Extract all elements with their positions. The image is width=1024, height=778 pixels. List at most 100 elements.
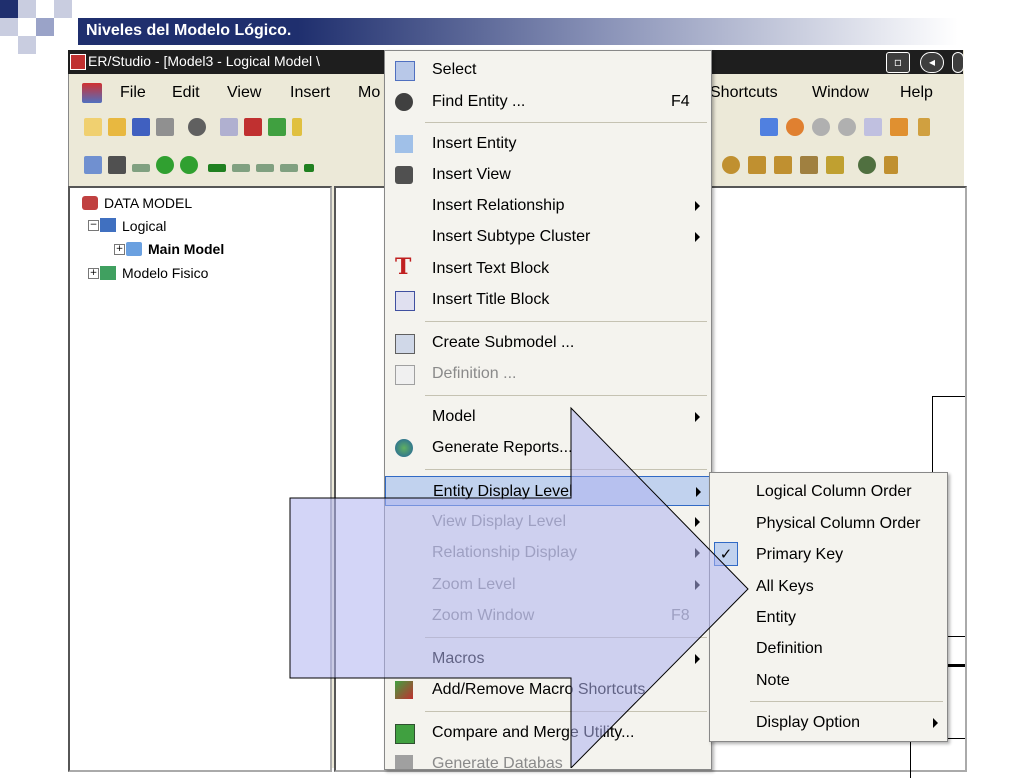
tool-icon[interactable] bbox=[292, 118, 302, 136]
submenu-item-note[interactable]: Note bbox=[710, 666, 947, 696]
check-icon[interactable] bbox=[244, 118, 262, 136]
menu-item-select[interactable]: Select bbox=[385, 55, 711, 85]
tree-icon[interactable] bbox=[826, 156, 844, 174]
export-icon[interactable] bbox=[268, 118, 286, 136]
menu-item-label: Add/Remove Macro Shortcuts bbox=[432, 681, 646, 698]
menu-item-compare-merge[interactable]: Compare and Merge Utility... bbox=[385, 718, 711, 748]
menu-item-model[interactable]: Model bbox=[385, 402, 711, 432]
menu-item-relationship-display[interactable]: Relationship Display bbox=[385, 538, 711, 568]
menu-view[interactable]: View bbox=[227, 84, 261, 102]
slide-title-bar: Niveles del Modelo Lógico. bbox=[78, 18, 958, 45]
window-button-icon[interactable] bbox=[952, 52, 964, 73]
menu-item-view-display-level[interactable]: View Display Level bbox=[385, 507, 711, 537]
expand-icon[interactable]: + bbox=[114, 244, 125, 255]
identifying-rel-icon[interactable] bbox=[156, 156, 174, 174]
view-tool-icon[interactable] bbox=[108, 156, 126, 174]
line-icon[interactable] bbox=[232, 164, 250, 172]
menu-item-entity-display-level[interactable]: Entity Display Level bbox=[385, 476, 711, 506]
select-tool-icon[interactable] bbox=[760, 118, 778, 136]
menu-item-zoom-window[interactable]: Zoom Window F8 bbox=[385, 601, 711, 631]
pan-icon[interactable] bbox=[890, 118, 908, 136]
grid-icon[interactable] bbox=[774, 156, 792, 174]
submenu-item-definition[interactable]: Definition bbox=[710, 634, 947, 664]
submodel-icon bbox=[395, 334, 415, 354]
entity-tool-icon[interactable] bbox=[84, 156, 102, 174]
submenu-arrow-icon bbox=[695, 201, 700, 211]
menu-item-insert-text-block[interactable]: T Insert Text Block bbox=[385, 254, 711, 284]
submenu-item-display-option[interactable]: Display Option bbox=[710, 708, 947, 738]
menu-item-label: Insert View bbox=[432, 166, 511, 183]
menu-item-generate-reports[interactable]: Generate Reports... bbox=[385, 433, 711, 463]
tree-item-modelo-fisico[interactable]: Modelo Fisico bbox=[122, 265, 208, 281]
menu-item-insert-subtype-cluster[interactable]: Insert Subtype Cluster bbox=[385, 222, 711, 252]
save-icon[interactable] bbox=[132, 118, 150, 136]
app-menu-icon[interactable] bbox=[82, 83, 102, 103]
collapse-icon[interactable]: − bbox=[88, 220, 99, 231]
submenu-item-label: Logical Column Order bbox=[756, 483, 912, 500]
tool-icon[interactable] bbox=[884, 156, 898, 174]
menu-help[interactable]: Help bbox=[900, 84, 933, 102]
menu-shortcuts[interactable]: Shortcuts bbox=[710, 84, 778, 102]
menu-item-macros[interactable]: Macros bbox=[385, 644, 711, 674]
menu-item-create-submodel[interactable]: Create Submodel ... bbox=[385, 328, 711, 358]
preview-icon[interactable] bbox=[220, 118, 238, 136]
print-icon[interactable] bbox=[156, 118, 174, 136]
submenu-item-entity[interactable]: Entity bbox=[710, 603, 947, 633]
globe-icon bbox=[395, 439, 413, 457]
line-icon[interactable] bbox=[304, 164, 314, 172]
line-icon[interactable] bbox=[256, 164, 274, 172]
menu-item-insert-entity[interactable]: Insert Entity bbox=[385, 129, 711, 159]
menu-window[interactable]: Window bbox=[812, 84, 869, 102]
submenu-arrow-icon bbox=[695, 548, 700, 558]
logical-model-icon bbox=[100, 218, 116, 232]
tree-item-data-model[interactable]: DATA MODEL bbox=[104, 195, 192, 211]
submenu-item-all-keys[interactable]: All Keys bbox=[710, 572, 947, 602]
menu-model[interactable]: Mo bbox=[358, 84, 380, 102]
select-arrow-icon bbox=[395, 61, 415, 81]
nonidentifying-rel-icon[interactable] bbox=[180, 156, 198, 174]
menu-item-insert-title-block[interactable]: Insert Title Block bbox=[385, 285, 711, 315]
layout-icon[interactable] bbox=[722, 156, 740, 174]
binoculars-icon[interactable] bbox=[188, 118, 206, 136]
menu-item-zoom-level[interactable]: Zoom Level bbox=[385, 570, 711, 600]
slide-deco-square bbox=[18, 36, 36, 54]
submenu-item-physical-column-order[interactable]: Physical Column Order bbox=[710, 509, 947, 539]
back-icon[interactable]: ◂ bbox=[920, 52, 944, 73]
submenu-item-primary-key[interactable]: ✓ Primary Key bbox=[710, 540, 947, 570]
new-icon[interactable] bbox=[84, 118, 102, 136]
menu-item-label: Compare and Merge Utility... bbox=[432, 724, 635, 741]
compare-icon bbox=[395, 724, 415, 744]
open-icon[interactable] bbox=[108, 118, 126, 136]
menu-separator bbox=[425, 711, 707, 712]
layout-icon[interactable] bbox=[748, 156, 766, 174]
menu-item-generate-database[interactable]: Generate Databas bbox=[385, 749, 711, 769]
tool-icon[interactable] bbox=[918, 118, 930, 136]
zoom-in-icon[interactable] bbox=[812, 118, 830, 136]
hand-icon[interactable] bbox=[786, 118, 804, 136]
menu-item-find-entity[interactable]: Find Entity ... F4 bbox=[385, 87, 711, 117]
menu-edit[interactable]: Edit bbox=[172, 84, 200, 102]
submenu-item-logical-column-order[interactable]: Logical Column Order bbox=[710, 477, 947, 507]
line-icon[interactable] bbox=[280, 164, 298, 172]
expand-icon[interactable]: + bbox=[88, 268, 99, 279]
restore-icon[interactable]: ▫ bbox=[886, 52, 910, 73]
submenu-item-label: Definition bbox=[756, 640, 823, 657]
relationship-icon[interactable] bbox=[132, 164, 150, 172]
line-icon[interactable] bbox=[208, 164, 226, 172]
menu-file[interactable]: File bbox=[120, 84, 146, 102]
menu-item-add-remove-macro-shortcuts[interactable]: Add/Remove Macro Shortcuts bbox=[385, 675, 711, 705]
tree-item-main-model[interactable]: Main Model bbox=[148, 241, 224, 257]
menu-item-insert-view[interactable]: Insert View bbox=[385, 160, 711, 190]
menu-item-label: Relationship Display bbox=[432, 544, 577, 561]
globe-tool-icon[interactable] bbox=[858, 156, 876, 174]
menu-item-insert-relationship[interactable]: Insert Relationship bbox=[385, 191, 711, 221]
scatter-icon[interactable] bbox=[800, 156, 818, 174]
menu-item-definition[interactable]: Definition ... bbox=[385, 359, 711, 389]
menu-item-label: View Display Level bbox=[432, 513, 566, 530]
tree-item-logical[interactable]: Logical bbox=[122, 218, 166, 234]
text-t-icon: T bbox=[395, 254, 412, 280]
menu-insert[interactable]: Insert bbox=[290, 84, 330, 102]
slide-deco-square bbox=[36, 18, 54, 36]
zoom-out-icon[interactable] bbox=[838, 118, 856, 136]
zoom-window-icon[interactable] bbox=[864, 118, 882, 136]
